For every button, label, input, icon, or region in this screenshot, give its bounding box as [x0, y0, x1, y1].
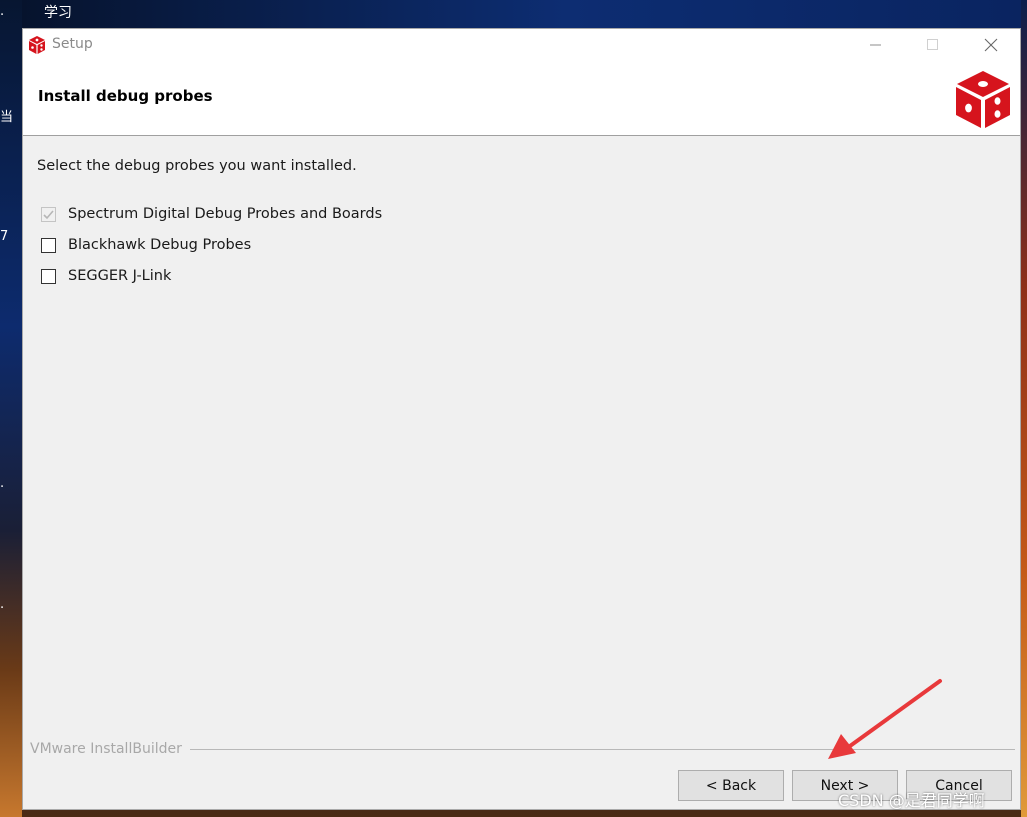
cube-logo-icon — [29, 36, 45, 54]
option-spectrum-digital: Spectrum Digital Debug Probes and Boards — [41, 203, 382, 225]
desktop-left-fragment: 当 — [0, 110, 14, 125]
maximize-button[interactable] — [910, 29, 956, 61]
option-segger-jlink[interactable]: SEGGER J-Link — [41, 265, 171, 287]
option-label[interactable]: Blackhawk Debug Probes — [68, 237, 251, 253]
option-label: Spectrum Digital Debug Probes and Boards — [68, 206, 383, 222]
minimize-button[interactable] — [853, 29, 899, 61]
maximize-icon — [927, 39, 938, 50]
installer-brand-label: VMware InstallBuilder — [30, 741, 190, 757]
close-icon — [984, 38, 998, 52]
option-label[interactable]: SEGGER J-Link — [68, 268, 171, 284]
watermark-text: CSDN @是君同学啊 — [838, 791, 985, 810]
spectrum-digital-checkbox — [41, 206, 56, 222]
page-title: Install debug probes — [38, 87, 213, 105]
content-area: Select the debug probes you want install… — [23, 136, 1020, 736]
desktop-left-fragment: . — [0, 476, 5, 491]
blackhawk-checkbox[interactable] — [41, 237, 56, 253]
minimize-icon — [870, 44, 881, 46]
page-header: Install debug probes — [23, 61, 1020, 136]
desktop-left-fragment: 7 — [0, 229, 9, 244]
instructions-text: Select the debug probes you want install… — [37, 158, 357, 174]
close-button[interactable] — [968, 29, 1014, 61]
back-button[interactable]: < Back — [678, 770, 784, 801]
cube-logo-icon — [956, 71, 1010, 128]
desktop-top-bar — [0, 0, 1027, 28]
title-bar[interactable]: Setup — [23, 29, 1020, 61]
desktop-right-strip — [1021, 0, 1027, 817]
option-blackhawk[interactable]: Blackhawk Debug Probes — [41, 234, 251, 256]
checkmark-icon — [43, 209, 54, 219]
desktop-left-fragment: . — [0, 4, 5, 19]
annotation-arrow-icon — [828, 679, 942, 759]
desktop-top-label: 学习 — [44, 5, 72, 21]
segger-jlink-checkbox[interactable] — [41, 268, 56, 284]
desktop-left-fragment: . — [0, 597, 5, 612]
window-title: Setup — [52, 36, 93, 52]
